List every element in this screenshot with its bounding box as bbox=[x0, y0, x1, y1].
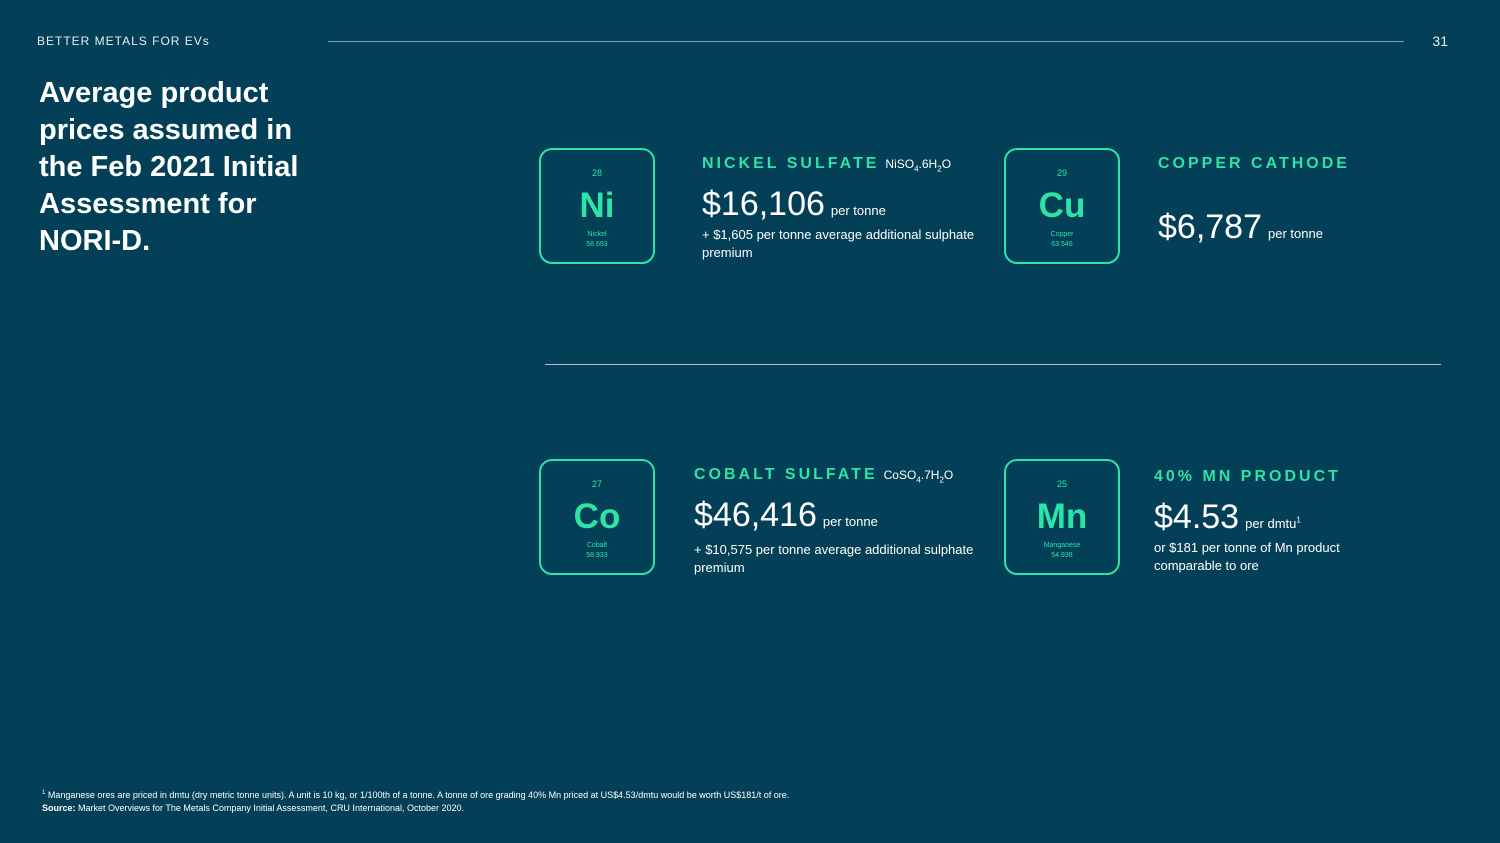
page-title: Average product prices assumed in the Fe… bbox=[39, 77, 299, 257]
price-unit: per tonne bbox=[830, 203, 886, 219]
product-cobalt-sulfate: COBALT SULFATE CoSO4.7H2O $46,416 per tonn… bbox=[694, 466, 974, 577]
element-name: Cobalt bbox=[586, 542, 608, 549]
product-title: NICKEL SULFATE NiSO4.6H2O bbox=[702, 155, 952, 174]
atomic-number: 28 bbox=[591, 168, 602, 178]
price-note: + $10,575 per tonne average additional s… bbox=[694, 542, 974, 576]
atomic-mass: 54.938 bbox=[1051, 552, 1073, 559]
price-unit: per tonne bbox=[822, 514, 878, 530]
product-copper-cathode: COPPER CATHODE $6,787 per tonne bbox=[1158, 155, 1350, 247]
product-title: 40% MN PRODUCT bbox=[1154, 468, 1341, 485]
header-rule bbox=[328, 41, 1404, 42]
price-value: $4.53 bbox=[1154, 498, 1240, 536]
price-unit: per dmtu1 bbox=[1245, 515, 1301, 531]
element-name: Manganese bbox=[1043, 542, 1081, 549]
element-tile-manganese: 25 Mn Manganese 54.938 bbox=[1004, 459, 1120, 575]
footnote-source: Source: Market Overviews for The Metals … bbox=[42, 803, 465, 813]
product-manganese: 40% MN PRODUCT $4.53 per dmtu1 or $181 pe… bbox=[1154, 468, 1374, 575]
element-name: Nickel bbox=[587, 231, 607, 238]
chemical-formula: CoSO4.7H2O bbox=[883, 468, 954, 485]
footnote-text: 1 Manganese ores are priced in dmtu (dry… bbox=[42, 790, 790, 800]
price-value: $46,416 bbox=[694, 496, 817, 535]
atomic-number: 27 bbox=[591, 479, 602, 489]
atomic-mass: 63.546 bbox=[1051, 241, 1073, 248]
element-name: Copper bbox=[1050, 231, 1074, 238]
element-symbol: Mn bbox=[1036, 497, 1088, 536]
price-value: $6,787 bbox=[1158, 208, 1262, 246]
footnote: 1 Manganese ores are priced in dmtu (dry… bbox=[42, 787, 789, 815]
section-divider bbox=[545, 364, 1441, 365]
price-note: + $1,605 per tonne average additional su… bbox=[702, 227, 975, 261]
price-note: or $181 per tonne of Mn product comparab… bbox=[1154, 540, 1340, 573]
atomic-number: 29 bbox=[1056, 168, 1067, 178]
atomic-number: 25 bbox=[1056, 479, 1067, 489]
element-symbol: Ni bbox=[579, 186, 615, 225]
product-title: COBALT SULFATE CoSO4.7H2O bbox=[694, 466, 954, 485]
price-value: $16,106 bbox=[702, 185, 825, 224]
element-tile-cobalt: 27 Co Cobalt 58.933 bbox=[539, 459, 655, 575]
element-symbol: Cu bbox=[1038, 186, 1086, 225]
chemical-formula: NiSO4.6H2O bbox=[885, 157, 952, 174]
element-tile-nickel: 28 Ni Nickel 58.693 bbox=[539, 148, 655, 264]
element-tile-copper: 29 Cu Copper 63.546 bbox=[1004, 148, 1120, 264]
atomic-mass: 58.933 bbox=[586, 552, 608, 559]
product-title: COPPER CATHODE bbox=[1158, 155, 1350, 172]
header-label: BETTER METALS FOR EVs bbox=[37, 34, 210, 48]
price-unit: per tonne bbox=[1268, 226, 1323, 241]
product-nickel-sulfate: NICKEL SULFATE NiSO4.6H2O $16,106 per tonn… bbox=[702, 155, 982, 262]
atomic-mass: 58.693 bbox=[586, 241, 608, 248]
page-number: 31 bbox=[1432, 33, 1448, 49]
element-symbol: Co bbox=[573, 497, 621, 536]
